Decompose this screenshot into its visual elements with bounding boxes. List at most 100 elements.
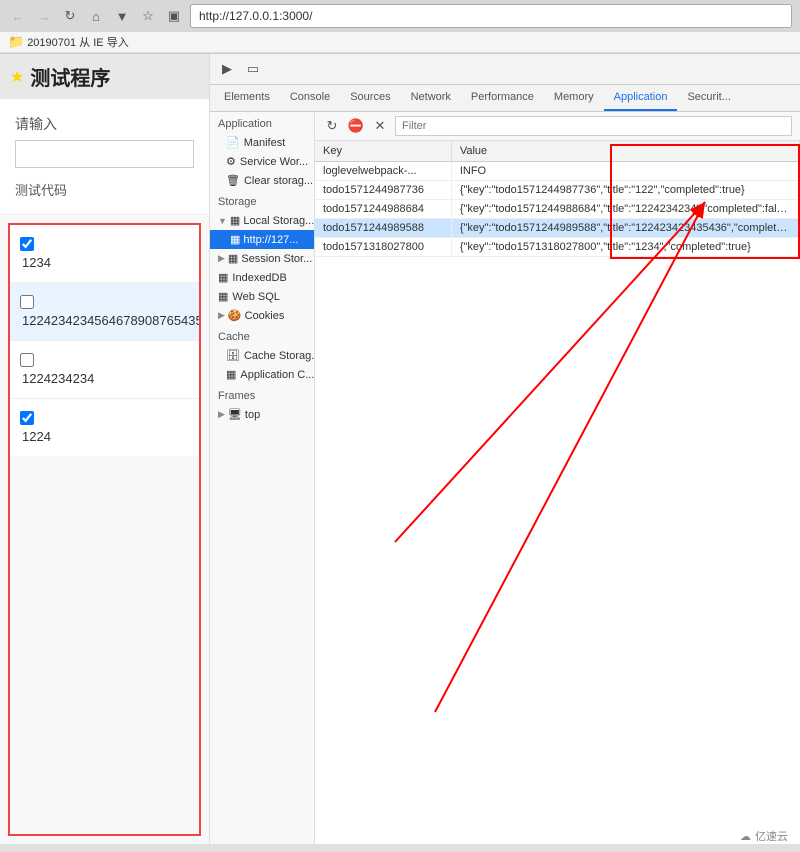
sidebar-item-cache-storage[interactable]: 🗄 Cache Storag... <box>210 346 314 365</box>
block-btn[interactable]: ⛔ <box>347 117 365 135</box>
sidebar-item-service-worker[interactable]: ⚙ Service Wor... <box>210 152 314 171</box>
todo-item-3: 1224234234 <box>10 341 199 399</box>
sidebar-item-session-storage[interactable]: ▶ ▦ Session Stor... <box>210 249 314 268</box>
input-area: 请输入 测试代码 <box>0 99 209 215</box>
tab-application[interactable]: Application <box>604 85 678 111</box>
sidebar-item-local-storage[interactable]: ▼ ▦ Local Storag... <box>210 211 314 230</box>
local-storage-icon: ▦ <box>230 214 240 227</box>
todo-checkbox-4[interactable] <box>20 411 34 425</box>
table-row[interactable]: todo1571318027800 {"key":"todo1571318027… <box>315 238 800 257</box>
sidebar-item-app-cache[interactable]: ▦ Application C... <box>210 365 314 384</box>
sidebar-section-cache: Cache <box>210 325 314 346</box>
indexeddb-icon: ▦ <box>218 271 228 284</box>
expand-icon-cookies: ▶ <box>218 310 225 321</box>
todo-checkbox-row-4 <box>20 411 189 425</box>
bookmark-item[interactable]: 📁 20190701 从 IE 导入 <box>8 34 129 50</box>
devtools-topbar: ▶ ▭ <box>210 54 800 85</box>
cell-key: todo1571244989588 <box>315 219 451 238</box>
app-title: 测试程序 <box>30 62 110 91</box>
home-button[interactable]: ⌂ <box>86 6 106 26</box>
devtools-toolbar: ↻ ⛔ ✕ <box>315 112 800 141</box>
cell-key: loglevelwebpack-... <box>315 162 451 181</box>
back-button[interactable]: ← <box>8 6 28 26</box>
table-row[interactable]: loglevelwebpack-... INFO <box>315 162 800 181</box>
sidebar-item-http-local[interactable]: ▦ http://127... <box>210 230 314 249</box>
table-header-row: Key Value <box>315 141 800 162</box>
browser-toolbar: ← → ↻ ⌂ ▼ ☆ ▣ http://127.0.0.1:3000/ <box>0 0 800 32</box>
session-storage-icon: ▦ <box>228 252 238 265</box>
text-input[interactable] <box>15 140 194 168</box>
expand-icon-session: ▶ <box>218 253 225 264</box>
sidebar-section-frames: Frames <box>210 384 314 405</box>
sidebar-section-storage: Storage <box>210 190 314 211</box>
watermark-text: 亿速云 <box>755 828 788 844</box>
column-value: Value <box>451 141 799 162</box>
sidebar-item-manifest[interactable]: 📄 Manifest <box>210 133 314 152</box>
frame-icon: 🖥 <box>228 408 242 421</box>
devtools-tabs: Elements Console Sources Network Perform… <box>210 85 800 112</box>
manifest-icon: 📄 <box>226 136 240 149</box>
todo-checkbox-1[interactable] <box>20 237 34 251</box>
todo-text-1: 1234 <box>22 255 189 270</box>
tab-memory[interactable]: Memory <box>544 85 604 111</box>
refresh-btn[interactable]: ↻ <box>323 117 341 135</box>
cell-value: INFO <box>451 162 799 181</box>
todo-list: 1234 1224234234564678908765435678 122423… <box>8 223 201 836</box>
clear-btn[interactable]: ✕ <box>371 117 389 135</box>
service-worker-icon: ⚙ <box>226 155 236 168</box>
tab-performance[interactable]: Performance <box>461 85 544 111</box>
sidebar-item-indexeddb[interactable]: ▦ IndexedDB <box>210 268 314 287</box>
history-button[interactable]: ▼ <box>112 6 132 26</box>
data-table: Key Value loglevelwebpack-... INFO <box>315 141 800 257</box>
cookies-icon: 🍪 <box>228 309 242 322</box>
todo-item: 1234 <box>10 225 199 283</box>
tab-sources[interactable]: Sources <box>340 85 400 111</box>
todo-checkbox-row-1 <box>20 237 189 251</box>
sidebar-item-top-frame[interactable]: ▶ 🖥 top <box>210 405 314 424</box>
star-icon: ★ <box>10 67 24 87</box>
cell-value: {"key":"todo1571318027800","title":"1234… <box>451 238 799 257</box>
devtools-panel: ▶ ▭ Elements Console Sources Network Per… <box>210 54 800 844</box>
table-row[interactable]: todo1571244988684 {"key":"todo1571244988… <box>315 200 800 219</box>
tab-security[interactable]: Securit... <box>677 85 740 111</box>
table-row[interactable]: todo1571244987736 {"key":"todo1571244987… <box>315 181 800 200</box>
devtools-main-wrapper: ↻ ⛔ ✕ Key Value <box>315 112 800 844</box>
watermark: ☁ 亿速云 <box>740 828 788 844</box>
browser-chrome: ← → ↻ ⌂ ▼ ☆ ▣ http://127.0.0.1:3000/ 📁 2… <box>0 0 800 54</box>
sidebar-item-clear-storage[interactable]: 🗑 Clear storag... <box>210 171 314 190</box>
table-row-selected[interactable]: todo1571244989588 {"key":"todo1571244989… <box>315 219 800 238</box>
tab-elements[interactable]: Elements <box>214 85 280 111</box>
bookmark-button[interactable]: ☆ <box>138 6 158 26</box>
reload-button[interactable]: ↻ <box>60 6 80 26</box>
db-icon: ▦ <box>230 233 240 246</box>
sidebar-item-web-sql[interactable]: ▦ Web SQL <box>210 287 314 306</box>
read-button[interactable]: ▣ <box>164 6 184 26</box>
app-cache-icon: ▦ <box>226 368 236 381</box>
expand-icon-top: ▶ <box>218 409 225 420</box>
cell-value: {"key":"todo1571244989588","title":"1224… <box>451 219 799 238</box>
cell-key: todo1571244987736 <box>315 181 451 200</box>
tab-console[interactable]: Console <box>280 85 340 111</box>
device-icon[interactable]: ▭ <box>242 58 264 80</box>
sidebar-section-application: Application <box>210 112 314 133</box>
app-header: ★ 测试程序 <box>0 54 209 99</box>
address-bar[interactable]: http://127.0.0.1:3000/ <box>190 4 792 28</box>
todo-checkbox-2[interactable] <box>20 295 34 309</box>
todo-text-3: 1224234234 <box>22 371 189 386</box>
todo-checkbox-row-2 <box>20 295 189 309</box>
left-panel: ★ 测试程序 请输入 测试代码 1234 <box>0 54 210 844</box>
inspect-icon[interactable]: ▶ <box>216 58 238 80</box>
forward-button[interactable]: → <box>34 6 54 26</box>
cell-key: todo1571318027800 <box>315 238 451 257</box>
devtools-sidebar: Application 📄 Manifest ⚙ Service Wor... … <box>210 112 315 844</box>
todo-text-2: 1224234234564678908765435678 <box>22 313 189 328</box>
cell-value: {"key":"todo1571244988684","title":"1224… <box>451 200 799 219</box>
main-window: ★ 测试程序 请输入 测试代码 1234 <box>0 54 800 844</box>
cache-storage-icon: 🗄 <box>226 349 240 362</box>
todo-checkbox-3[interactable] <box>20 353 34 367</box>
filter-input[interactable] <box>395 116 792 136</box>
cloud-icon: ☁ <box>740 830 751 843</box>
tab-network[interactable]: Network <box>401 85 461 111</box>
cell-key: todo1571244988684 <box>315 200 451 219</box>
sidebar-item-cookies[interactable]: ▶ 🍪 Cookies <box>210 306 314 325</box>
